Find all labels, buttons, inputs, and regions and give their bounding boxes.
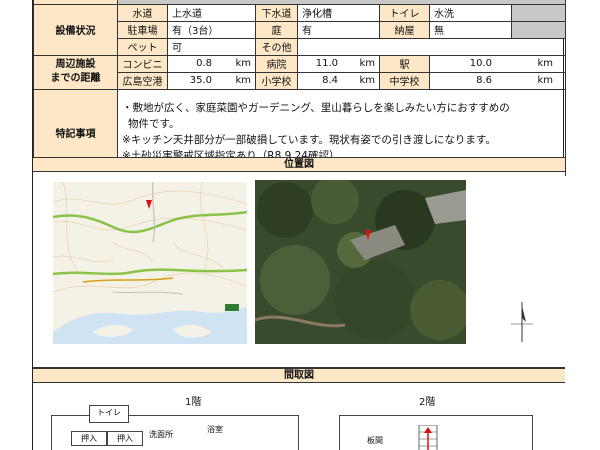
note-line: 物件です。 <box>128 118 180 130</box>
label-konbini: コンビニ <box>117 54 168 73</box>
label-pet: ペット <box>117 37 168 56</box>
aerial-photo-graphic <box>255 180 466 344</box>
gray-cell <box>510 3 567 22</box>
value-sewer: 浄化槽 <box>297 3 380 22</box>
value-hospital: 11.0 km <box>297 54 380 73</box>
location-title: 位置図 <box>33 157 565 172</box>
label-barn: 納屋 <box>379 20 430 39</box>
value-garden: 有 <box>297 20 380 39</box>
room-closet: 押入 <box>71 431 107 446</box>
info-table: 設備状況 水道 上水道 下水道 浄化槽 トイレ 水洗 駐車場 有（3台） 庭 有… <box>33 0 567 176</box>
floor2-label: 2階 <box>419 397 436 408</box>
room-washroom: 洗面所 <box>149 430 173 439</box>
note-line: ※キッチン天井部分が一部破損しています。現状有姿での引き渡しになります。 <box>122 134 496 146</box>
value-parking: 有（3台） <box>167 20 256 39</box>
floorplan-panel: 1階 2階 トイレ 押入 押入 洗面所 浴室 板間 <box>33 383 565 450</box>
label-station: 駅 <box>379 54 430 73</box>
note-line: ・敷地が広く、家庭菜園やガーデニング、里山暮らしを楽しみたい方におすすめの <box>122 102 510 114</box>
distance-header-line2: までの距離 <box>50 73 101 84</box>
label-airport: 広島空港 <box>117 71 168 90</box>
room-bath: 浴室 <box>193 423 237 443</box>
room-wood-floor: 板間 <box>367 436 383 445</box>
location-panel <box>33 172 565 368</box>
aerial-photo <box>255 180 466 344</box>
stair-icon <box>418 425 438 450</box>
label-other: その他 <box>255 37 298 56</box>
room-toilet: トイレ <box>89 405 129 423</box>
value-konbini: 0.8 km <box>167 54 256 73</box>
floorplan-title: 間取図 <box>33 368 565 383</box>
north-arrow-icon <box>511 302 533 342</box>
facilities-header: 設備状況 <box>33 3 118 56</box>
label-water: 水道 <box>117 3 168 22</box>
value-water: 上水道 <box>167 3 256 22</box>
value-toilet: 水洗 <box>429 3 512 22</box>
value-airport: 35.0 km <box>167 71 256 90</box>
label-sewer: 下水道 <box>255 3 298 22</box>
label-garden: 庭 <box>255 20 298 39</box>
room-closet: 押入 <box>107 431 143 446</box>
label-junior-high: 中学校 <box>379 71 430 90</box>
distance-header-line1: 周辺施設 <box>55 59 96 70</box>
label-toilet: トイレ <box>379 3 430 22</box>
property-sheet: 設備状況 水道 上水道 下水道 浄化槽 トイレ 水洗 駐車場 有（3台） 庭 有… <box>32 0 567 450</box>
floor1-label: 1階 <box>185 397 202 408</box>
value-station: 10.0 km <box>428 54 567 73</box>
value-pet: 可 <box>167 37 256 56</box>
label-elementary: 小学校 <box>255 71 298 90</box>
value-barn: 無 <box>429 20 512 39</box>
label-hospital: 病院 <box>255 54 298 73</box>
value-other <box>296 37 567 56</box>
road-map-graphic <box>53 182 247 344</box>
value-junior-high: 8.6 km <box>428 71 567 90</box>
label-parking: 駐車場 <box>117 20 168 39</box>
road-map <box>53 182 247 344</box>
value-elementary: 8.4 km <box>297 71 380 90</box>
gray-cell <box>510 20 567 39</box>
distance-header: 周辺施設 までの距離 <box>33 54 118 90</box>
